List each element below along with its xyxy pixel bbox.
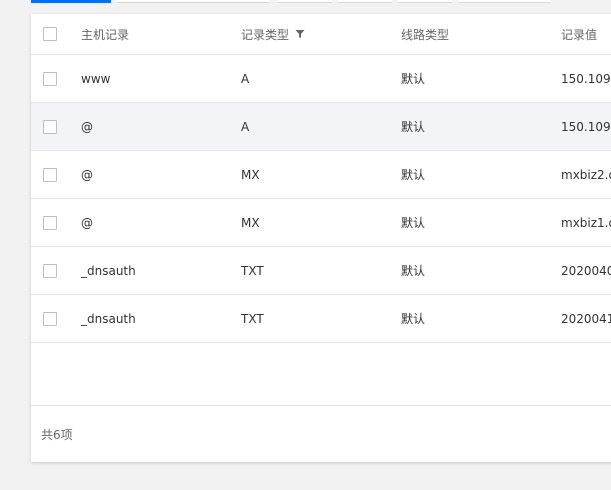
cell-value: 150.109.3 [561,119,611,134]
toolbar-button[interactable] [277,0,332,3]
row-checkbox-cell [43,295,57,342]
cell-host: @ [81,119,93,134]
add-record-button[interactable] [31,0,111,3]
search-input[interactable] [117,0,269,3]
cell-host: www [81,71,111,86]
row-checkbox-cell [43,55,57,102]
cell-type: TXT [241,263,264,278]
toolbar-button[interactable] [459,0,551,3]
table-row[interactable]: @ A 默认 150.109.3 [31,103,611,151]
row-checkbox-cell [43,103,57,150]
toolbar-button[interactable] [398,0,452,3]
cell-line: 默认 [401,312,426,326]
cell-host: _dnsauth [81,311,136,326]
cell-value: 20200408 [561,263,611,278]
column-header-type-label: 记录类型 [241,27,290,42]
cell-line: 默认 [401,120,426,134]
cell-host: _dnsauth [81,263,136,278]
select-all-checkbox[interactable] [43,27,57,41]
dns-records-table: 主机记录 记录类型 线路类型 记录值 www A 默认 150.109.3 @ … [31,14,611,462]
table-row[interactable]: _dnsauth TXT 默认 20200408 [31,247,611,295]
table-row[interactable]: _dnsauth TXT 默认 20200415 [31,295,611,343]
row-checkbox-cell [43,247,57,294]
cell-type: MX [241,215,260,230]
total-count: 共6项 [41,428,73,442]
column-header-line[interactable]: 线路类型 [401,14,449,54]
row-checkbox[interactable] [43,263,57,278]
table-row[interactable]: www A 默认 150.109.3 [31,55,611,103]
cell-line: 默认 [401,72,426,86]
cell-line: 默认 [401,168,426,182]
cell-type: A [241,71,250,86]
row-checkbox[interactable] [43,311,57,326]
cell-value: 20200415 [561,311,611,326]
cell-type: MX [241,167,260,182]
table-footer: 共6项 [31,405,611,463]
cell-type: TXT [241,311,264,326]
cell-value: mxbiz2.qc [561,167,611,182]
toolbar-button[interactable] [338,0,392,3]
row-checkbox[interactable] [43,215,57,230]
column-header-type[interactable]: 记录类型 [241,14,305,54]
row-checkbox[interactable] [43,167,57,182]
row-checkbox-cell [43,199,57,246]
row-checkbox-cell [43,151,57,198]
cell-value: mxbiz1.qc [561,215,611,230]
table-row[interactable]: @ MX 默认 mxbiz1.qc [31,199,611,247]
cell-line: 默认 [401,264,426,278]
column-header-value[interactable]: 记录值 [561,14,597,54]
row-checkbox[interactable] [43,119,57,134]
table-header: 主机记录 记录类型 线路类型 记录值 [31,14,611,55]
cell-value: 150.109.3 [561,71,611,86]
row-checkbox[interactable] [43,71,57,86]
cell-type: A [241,119,250,134]
toolbar [0,0,611,4]
cell-host: @ [81,167,93,182]
cell-line: 默认 [401,216,426,230]
column-header-host[interactable]: 主机记录 [81,14,129,54]
cell-host: @ [81,215,93,230]
table-row[interactable]: @ MX 默认 mxbiz2.qc [31,151,611,199]
select-all-checkbox-cell [43,14,57,54]
filter-icon[interactable] [295,29,305,39]
